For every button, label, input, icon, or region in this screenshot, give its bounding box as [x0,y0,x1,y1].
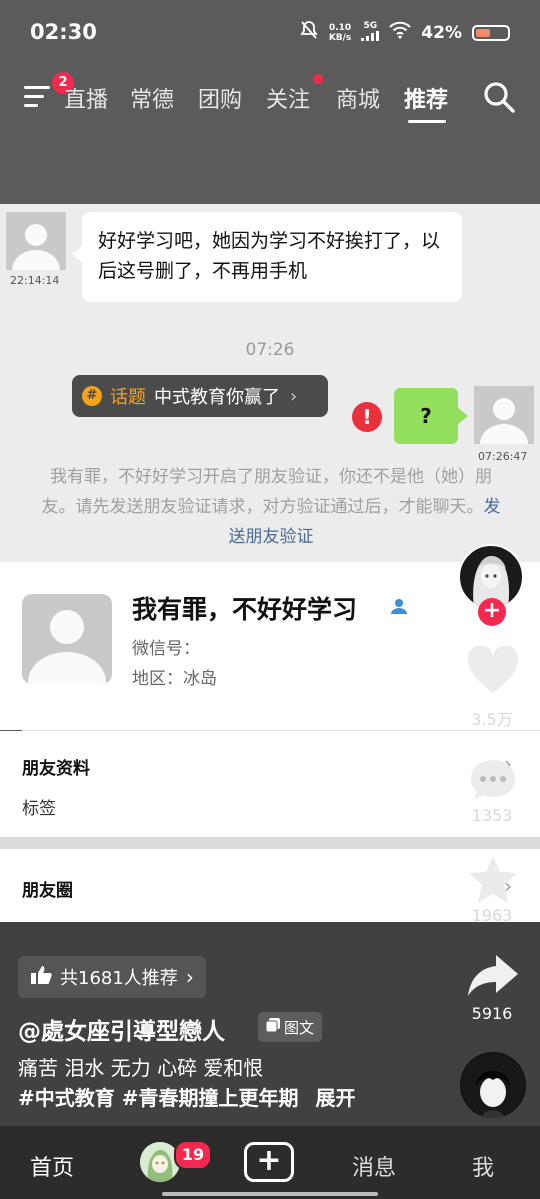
contact-avatar [6,212,66,270]
music-disc-avatar[interactable] [460,1052,526,1118]
recommend-chip[interactable]: 共1681人推荐 › [18,956,206,998]
expand-button[interactable]: 展开 [315,1086,355,1110]
topic-chip[interactable]: # 话题 中式教育你赢了 › [72,375,328,417]
section-divider [0,837,540,849]
shares-count: 5916 [471,1004,513,1023]
signal-5g-icon: 5G [361,21,380,44]
tab-messages[interactable]: 消息 [352,1150,396,1182]
video-top-band [0,128,540,204]
moments-label: 朋友圈 [22,881,73,901]
tab-live-label: 直播 [64,88,108,113]
search-icon[interactable] [482,80,516,114]
create-plus-button[interactable]: + [244,1142,294,1182]
following-dot [313,74,323,84]
post-hashtags-line: #中式教育 #青春期撞上更年期 展开 [18,1082,355,1111]
outgoing-bubble-tail [458,408,468,424]
net-speed-value: 0.10 [328,22,352,33]
system-message-text: 我有罪，不好好学习开启了朋友验证，你还不是他（她）朋友。请先发送朋友验证请求，对… [41,467,493,517]
top-nav: 2 直播 常德 团购 关注 商城 推荐 [0,68,540,128]
topic-label: 话题 [110,387,146,408]
post-hashtags[interactable]: #中式教育 #青春期撞上更年期 [18,1086,298,1110]
tab-mall[interactable]: 商城 [336,82,380,114]
share-icon[interactable] [466,952,520,1002]
image-text-icon [265,1018,280,1036]
post-type-tag: 图文 [258,1012,323,1042]
follow-plus-button[interactable]: + [478,598,506,626]
network-type: 5G [363,21,378,31]
friend-info-label: 朋友资料 [22,759,90,779]
net-speed-unit: KB/s [328,32,352,43]
thumbs-up-icon [30,965,52,990]
tab-live[interactable]: 直播 [64,82,108,114]
system-message: 我有罪，不好好学习开启了朋友验证，你还不是他（她）朋友。请先发送朋友验证请求，对… [34,462,508,552]
chevron-right-icon: › [185,965,194,989]
post-description: 痛苦 泪水 无力 心碎 爱和恨 [18,1056,264,1080]
tags-label: 标签 [22,799,56,819]
status-time: 02:30 [30,20,97,44]
home-indicator [162,1192,378,1196]
hashtag-icon: # [82,386,102,406]
incoming-message: 好好学习吧，她因为学习不好挨打了，以后这号删了，不再用手机 [82,212,462,302]
self-avatar [474,386,534,444]
heart-icon[interactable] [466,645,520,700]
net-speed: 0.10 KB/s [329,23,351,43]
comment-icon[interactable] [468,756,518,808]
incoming-bubble-tail [72,246,82,262]
incoming-time: 22:14:14 [10,274,60,287]
author-name[interactable]: @處女座引導型戀人 [18,1012,225,1046]
comments-count: 1353 [471,806,513,825]
wifi-icon [389,21,412,44]
chevron-right-icon: › [290,385,298,407]
chat-center-time: 07:26 [245,340,295,360]
tab-home[interactable]: 首页 [30,1150,74,1182]
tab-following[interactable]: 关注 [266,82,310,114]
tab-recommend[interactable]: 推荐 [404,82,448,114]
profile-avatar [22,594,112,684]
battery-percent: 42% [421,22,462,43]
menu-icon[interactable] [24,84,52,110]
post-type-label: 图文 [284,1018,315,1037]
region: 地区：冰岛 [132,669,217,689]
likes-count: 3.5万 [471,710,513,729]
tab-me[interactable]: 我 [472,1150,494,1182]
star-icon[interactable] [466,854,520,910]
active-tab-underline [408,120,446,123]
wechat-id: 微信号： [132,639,200,659]
profile-name: 我有罪，不好好学习 [132,595,358,624]
person-icon [388,596,410,622]
error-icon: ! [352,402,382,432]
mute-icon [299,20,319,45]
battery-icon [472,24,510,41]
tab-changde[interactable]: 常德 [130,82,174,114]
status-icons: 0.10 KB/s 5G 42% [299,20,510,45]
friends-badge: 19 [174,1140,212,1170]
outgoing-message: ? [394,388,458,444]
tab-groupbuy[interactable]: 团购 [198,82,242,114]
recommend-count: 共1681人推荐 [60,968,178,989]
topic-text: 中式教育你赢了 [154,387,280,408]
